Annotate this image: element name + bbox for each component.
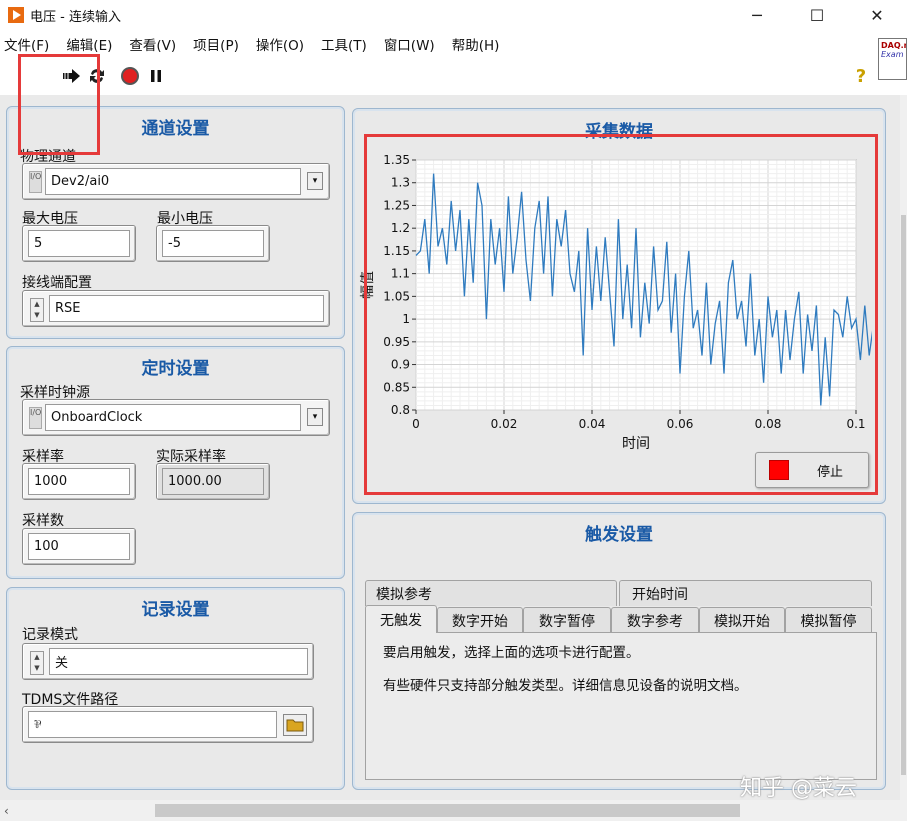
chevron-down-icon[interactable]: ▾ — [307, 172, 323, 190]
browse-folder-icon[interactable] — [283, 714, 307, 736]
trigger-help-line1: 要启用触发，选择上面的选项卡进行配置。 — [383, 645, 640, 661]
menu-file[interactable]: 文件(F) — [0, 34, 58, 54]
horizontal-scrollbar[interactable]: ‹ — [0, 800, 907, 821]
io-name-icon: I/O — [29, 407, 42, 429]
tab-no-trigger[interactable]: 无触发 — [365, 605, 437, 633]
watermark: 知乎 @菜云 — [740, 776, 857, 801]
minimize-button[interactable]: ─ — [727, 0, 787, 30]
menu-help[interactable]: 帮助(H) — [448, 34, 509, 54]
clock-source-value[interactable]: OnboardClock — [45, 404, 301, 431]
vi-icon-logo: DAQ.m Exam — [878, 38, 907, 80]
pause-icon[interactable] — [145, 65, 167, 87]
window-title: 电压 - 连续输入 — [30, 9, 121, 25]
tab-digital-reference[interactable]: 数字参考 — [611, 607, 699, 633]
abort-execution-icon[interactable] — [119, 65, 141, 87]
actual-rate-indicator: 1000.00 — [156, 463, 270, 500]
context-help-icon[interactable]: ? — [850, 65, 872, 87]
title-bar: 电压 - 连续输入 ─ ☐ ✕ — [0, 0, 907, 30]
menu-tools[interactable]: 工具(T) — [317, 34, 376, 54]
vertical-scrollbar[interactable] — [900, 95, 907, 800]
actual-rate-value: 1000.00 — [162, 468, 264, 495]
menu-window[interactable]: 窗口(W) — [380, 34, 444, 54]
tab-start-time[interactable]: 开始时间 — [619, 580, 872, 606]
max-voltage-value[interactable]: 5 — [28, 230, 130, 257]
max-voltage-control[interactable]: 5 — [22, 225, 136, 262]
chevron-down-icon[interactable]: ▾ — [307, 408, 323, 426]
menu-view[interactable]: 查看(V) — [125, 34, 185, 54]
samples-control[interactable]: 100 — [22, 528, 136, 565]
clock-source-control[interactable]: I/O OnboardClock ▾ — [22, 399, 330, 436]
menu-edit[interactable]: 编辑(E) — [62, 34, 121, 54]
samples-label: 采样数 — [22, 513, 64, 529]
logging-mode-label: 记录模式 — [22, 627, 78, 643]
sample-rate-control[interactable]: 1000 — [22, 463, 136, 500]
tab-analog-reference[interactable]: 模拟参考 — [365, 580, 617, 606]
min-voltage-value[interactable]: -5 — [162, 230, 264, 257]
terminal-config-control[interactable]: ▲ ▼ RSE — [22, 290, 330, 327]
physical-channel-control[interactable]: I/O Dev2/ai0 ▾ — [22, 163, 330, 200]
terminal-config-value[interactable]: RSE — [49, 295, 324, 322]
toolbar: ? — [0, 60, 880, 90]
path-icon: ⅌ — [34, 718, 42, 731]
tdms-path-control[interactable]: ⅌ — [22, 706, 314, 743]
tab-analog-pause[interactable]: 模拟暂停 — [785, 607, 872, 633]
menu-project[interactable]: 项目(P) — [189, 34, 248, 54]
menu-bar: 文件(F) 编辑(E) 查看(V) 项目(P) 操作(O) 工具(T) 窗口(W… — [0, 31, 880, 57]
ring-stepper-icon[interactable]: ▲ ▼ — [30, 298, 44, 322]
toolbar-highlight-annotation — [18, 54, 100, 155]
chart-highlight-annotation — [364, 134, 878, 495]
menu-operate[interactable]: 操作(O) — [252, 34, 313, 54]
tdms-path-value[interactable]: ⅌ — [28, 711, 277, 738]
trigger-help-line2: 有些硬件只支持部分触发类型。详细信息见设备的说明文档。 — [383, 678, 748, 694]
min-voltage-control[interactable]: -5 — [156, 225, 270, 262]
logging-settings-title: 记录设置 — [141, 600, 210, 620]
scroll-left-icon[interactable]: ‹ — [4, 804, 9, 818]
labview-app-icon — [8, 7, 24, 23]
logging-mode-value[interactable]: 关 — [49, 648, 308, 675]
tab-analog-start[interactable]: 模拟开始 — [699, 607, 785, 633]
tab-digital-start[interactable]: 数字开始 — [437, 607, 523, 633]
close-button[interactable]: ✕ — [847, 0, 907, 30]
vertical-scroll-thumb[interactable] — [901, 215, 906, 775]
io-name-icon: I/O — [29, 171, 42, 193]
horizontal-scroll-thumb[interactable] — [155, 804, 740, 817]
timing-settings-title: 定时设置 — [141, 359, 210, 379]
ring-stepper-icon[interactable]: ▲ ▼ — [30, 651, 44, 675]
tab-digital-pause[interactable]: 数字暂停 — [523, 607, 611, 633]
physical-channel-value[interactable]: Dev2/ai0 — [45, 168, 301, 195]
terminal-config-label: 接线端配置 — [22, 275, 92, 291]
maximize-button[interactable]: ☐ — [787, 0, 847, 30]
trigger-settings-title: 触发设置 — [585, 525, 653, 545]
sample-rate-value[interactable]: 1000 — [28, 468, 130, 495]
samples-value[interactable]: 100 — [28, 533, 130, 560]
logging-mode-control[interactable]: ▲ ▼ 关 — [22, 643, 314, 680]
